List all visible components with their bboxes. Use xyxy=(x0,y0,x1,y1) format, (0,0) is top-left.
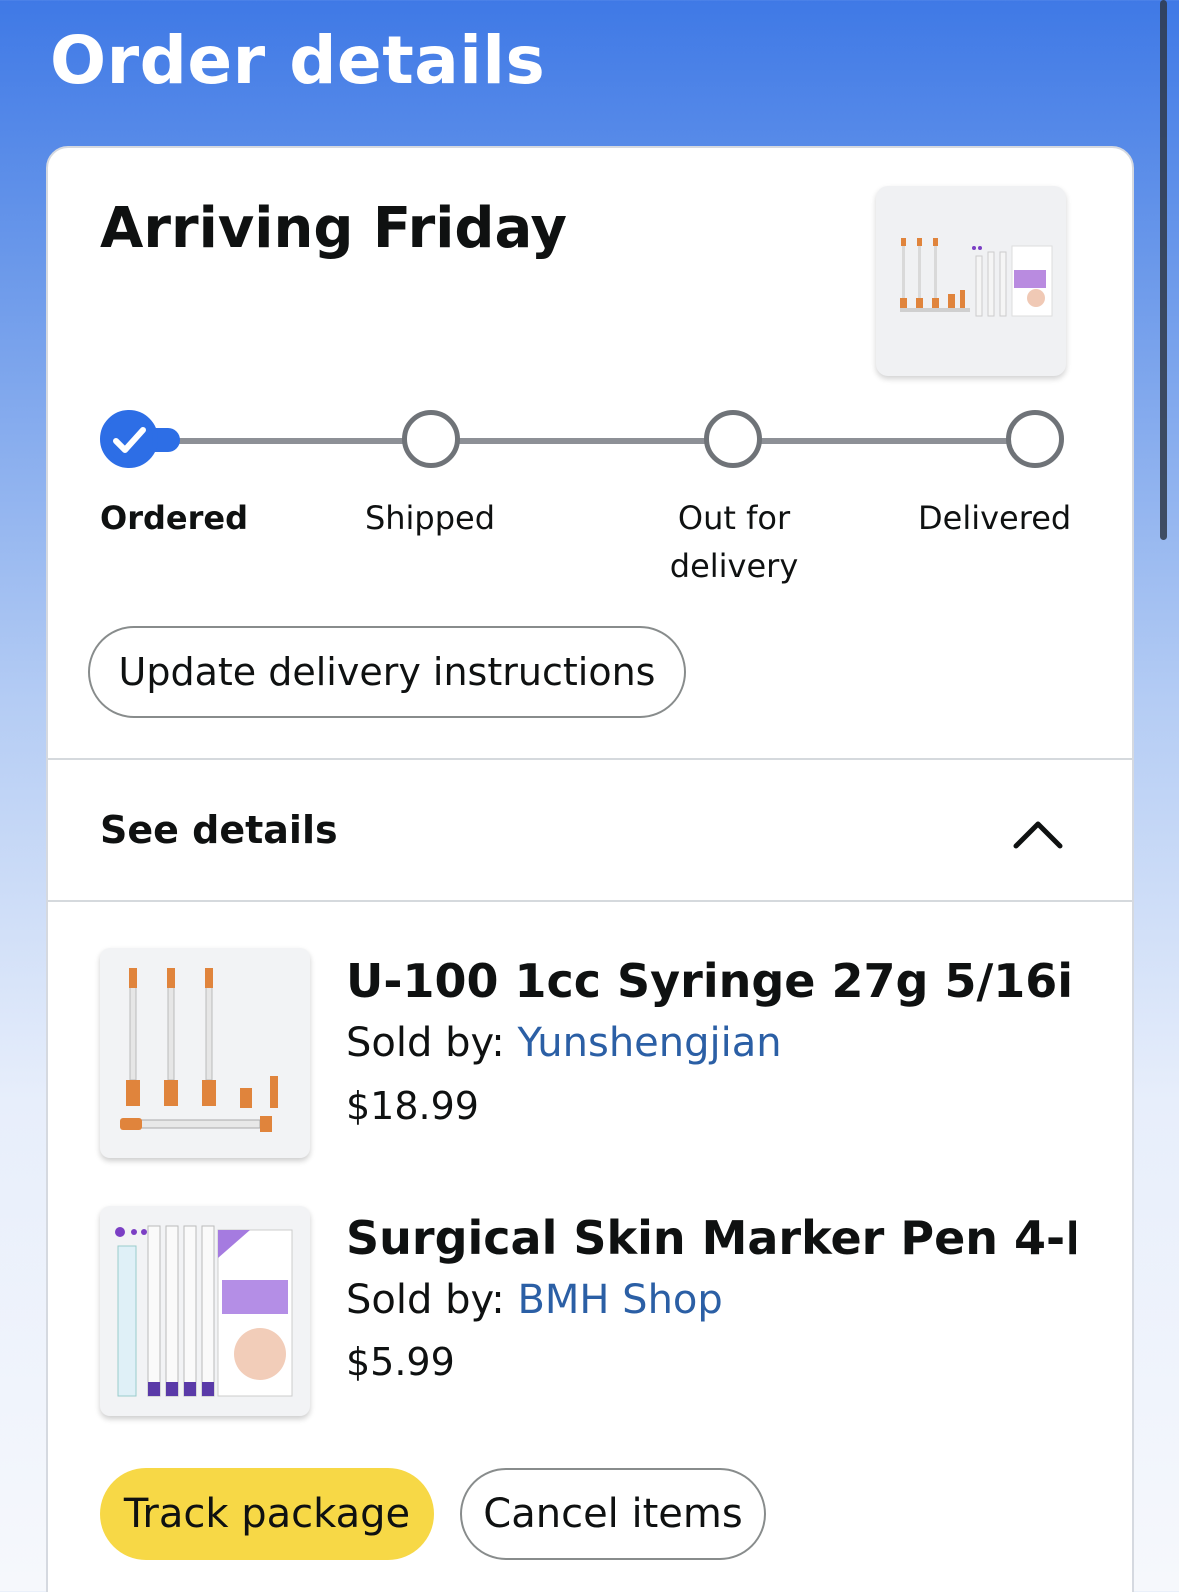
delivery-progress xyxy=(100,410,1066,470)
item-title[interactable]: Surgical Skin Marker Pen 4-Pa... xyxy=(346,1211,1076,1265)
chevron-up-icon[interactable] xyxy=(1012,816,1064,852)
item-title[interactable]: U-100 1cc Syringe 27g 5/16in... xyxy=(346,954,1076,1008)
item-price: $18.99 xyxy=(346,1084,479,1128)
sold-by-label: Sold by: xyxy=(346,1020,518,1066)
step-ordered-label: Ordered xyxy=(100,499,248,537)
divider xyxy=(48,900,1132,902)
update-delivery-instructions-button[interactable]: Update delivery instructions xyxy=(88,626,686,718)
step-out-for-delivery-marker xyxy=(704,410,762,468)
divider xyxy=(48,758,1132,760)
step-ordered-marker xyxy=(100,410,158,468)
step-shipped-marker xyxy=(402,410,460,468)
order-card: Arriving Friday Ordered Shipped Out for … xyxy=(46,146,1134,1592)
page-title: Order details xyxy=(50,22,546,99)
item-seller: Sold by: Yunshengjian xyxy=(346,1020,782,1066)
item-seller: Sold by: BMH Shop xyxy=(346,1277,723,1323)
order-thumbnail[interactable] xyxy=(876,186,1066,376)
scrollbar[interactable] xyxy=(1160,0,1167,540)
seller-link[interactable]: BMH Shop xyxy=(517,1277,722,1323)
delivery-status-title: Arriving Friday xyxy=(100,196,568,261)
step-delivered-marker xyxy=(1006,410,1064,468)
track-package-button[interactable]: Track package xyxy=(100,1468,434,1560)
step-delivered-label: Delivered xyxy=(918,499,1072,537)
step-out-for-delivery-label: Out for delivery xyxy=(669,499,799,585)
check-icon xyxy=(113,427,146,453)
cancel-items-button[interactable]: Cancel items xyxy=(460,1468,766,1560)
item-price: $5.99 xyxy=(346,1340,455,1384)
item-image-syringe[interactable] xyxy=(100,948,310,1158)
progress-line xyxy=(140,438,1040,444)
item-image-marker-pen[interactable] xyxy=(100,1206,310,1416)
seller-link[interactable]: Yunshengjian xyxy=(517,1020,781,1066)
sold-by-label: Sold by: xyxy=(346,1277,518,1323)
step-shipped-label: Shipped xyxy=(364,499,496,537)
see-details-toggle[interactable]: See details xyxy=(100,808,338,852)
